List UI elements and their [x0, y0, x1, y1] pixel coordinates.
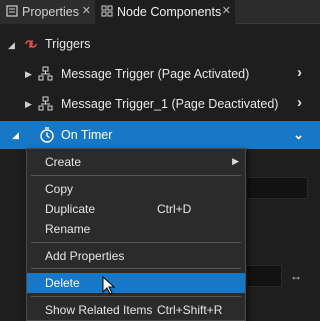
- close-icon[interactable]: ✕: [222, 4, 231, 17]
- tree-item-label: Message Trigger_1 (Page Deactivated): [61, 97, 279, 111]
- submenu-arrow-icon: ▶: [232, 156, 239, 166]
- chevron-right-icon[interactable]: ›: [297, 64, 302, 81]
- triggers-section-header[interactable]: ◢ Triggers: [0, 31, 320, 59]
- menu-item-add-properties[interactable]: Add Properties: [27, 246, 245, 266]
- tree-item-on-timer[interactable]: ◢ On Timer ⌄: [0, 121, 320, 149]
- menu-item-label: Add Properties: [45, 249, 125, 263]
- menu-item-create[interactable]: Create ▶: [27, 152, 245, 172]
- menu-item-label: Duplicate: [45, 202, 96, 216]
- menu-separator: [31, 175, 241, 176]
- tab-bar: Properties ✕ Node Components ✕: [0, 0, 320, 24]
- menu-item-label: Show Related Items: [45, 303, 153, 317]
- close-icon[interactable]: ✕: [82, 4, 91, 17]
- tab-node-components[interactable]: Node Components ✕: [95, 0, 235, 24]
- menu-item-shortcut: Ctrl+D: [157, 202, 192, 216]
- tree-item-message-trigger[interactable]: ▶ Message Trigger (Page Activated) ›: [0, 60, 320, 88]
- expand-arrow-icon[interactable]: ◢: [12, 130, 19, 141]
- menu-item-label: Delete: [45, 276, 80, 290]
- trigger-icon: [23, 37, 39, 54]
- timer-icon: [38, 126, 56, 147]
- tree-item-label: On Timer: [61, 128, 113, 142]
- menu-item-delete[interactable]: Delete: [27, 273, 245, 293]
- menu-item-label: Rename: [45, 222, 91, 236]
- message-trigger-icon: [38, 66, 54, 85]
- message-trigger-icon: [38, 96, 54, 115]
- tab-node-components-label: Node Components: [117, 5, 222, 19]
- property-field[interactable]: [246, 177, 308, 199]
- tree-item-label: Message Trigger (Page Activated): [61, 67, 250, 81]
- components-icon: [101, 5, 113, 20]
- expand-arrow-icon[interactable]: ◢: [8, 40, 15, 51]
- collapse-arrow-icon[interactable]: ▶: [25, 69, 32, 80]
- tab-properties-label: Properties: [22, 5, 79, 19]
- menu-separator: [31, 268, 241, 269]
- resize-arrows-icon[interactable]: ↔: [290, 269, 302, 283]
- collapse-arrow-icon[interactable]: ▶: [25, 99, 32, 110]
- menu-separator: [31, 242, 241, 243]
- mouse-cursor-icon: [102, 275, 116, 299]
- menu-item-label: Create: [45, 155, 82, 169]
- tab-properties[interactable]: Properties ✕: [0, 0, 95, 24]
- menu-item-label: Copy: [45, 182, 74, 196]
- properties-icon: [6, 4, 18, 20]
- menu-item-copy[interactable]: Copy: [27, 179, 245, 199]
- menu-item-duplicate[interactable]: Duplicate Ctrl+D: [27, 199, 245, 219]
- menu-separator: [31, 296, 241, 297]
- menu-item-show-related-items[interactable]: Show Related Items Ctrl+Shift+R: [27, 300, 245, 320]
- tree-item-message-trigger-1[interactable]: ▶ Message Trigger_1 (Page Deactivated) ›: [0, 90, 320, 118]
- menu-item-rename[interactable]: Rename: [27, 219, 245, 239]
- chevron-right-icon[interactable]: ›: [297, 94, 302, 111]
- chevron-down-icon[interactable]: ⌄: [293, 127, 304, 143]
- triggers-label: Triggers: [45, 37, 91, 51]
- context-menu: Create ▶ Copy Duplicate Ctrl+D Rename Ad…: [26, 148, 246, 321]
- menu-item-shortcut: Ctrl+Shift+R: [157, 303, 223, 317]
- property-field[interactable]: [246, 265, 282, 287]
